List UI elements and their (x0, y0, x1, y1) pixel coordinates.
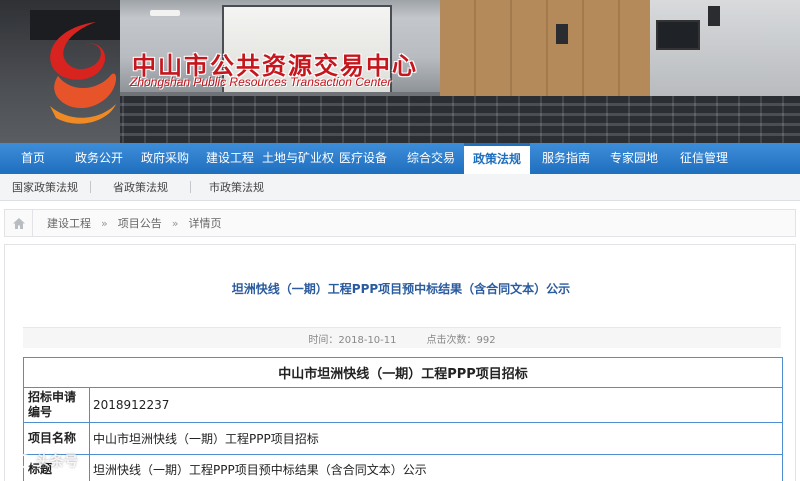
home-icon[interactable] (12, 217, 26, 230)
nav-item-home[interactable]: 首页 (0, 143, 66, 174)
click-count-label: 点击次数： (426, 334, 477, 346)
breadcrumb: 建设工程 » 项目公告 » 详情页 (4, 209, 796, 237)
article-title: 坦洲快线（一期）工程PPP项目预中标结果（含合同文本）公示 (231, 282, 571, 296)
breadcrumb-home[interactable] (5, 210, 33, 236)
article-meta: 时间：2018-10-11 点击次数：992 (23, 327, 781, 348)
nav-item-credit-management[interactable]: 征信管理 (666, 143, 742, 174)
project-info-table: 中山市坦洲快线（一期）工程PPP项目招标 招标申请编号 2018912237 项… (23, 357, 783, 481)
nav-item-medical-equipment[interactable]: 医疗设备 (328, 143, 398, 174)
publish-time-label: 时间： (308, 334, 339, 346)
click-count: 点击次数：992 (427, 331, 496, 346)
publish-time-value: 2018-10-11 (338, 334, 397, 346)
row-value-title: 坦洲快线（一期）工程PPP项目预中标结果（含合同文本）公示 (89, 454, 783, 481)
sub-nav: 国家政策法规 省政策法规 市政策法规 (0, 174, 800, 201)
banner-right-wall (650, 0, 800, 110)
row-value-project-name: 中山市坦洲快线（一期）工程PPP项目招标 (89, 422, 783, 455)
brand-title-en: Zhongshan Public Resources Transaction C… (130, 75, 392, 89)
subnav-item-provincial-policies[interactable]: 省政策法规 (91, 179, 190, 195)
ceiling-light (150, 10, 180, 16)
watermark: 头条号 (6, 451, 78, 471)
publish-time: 时间：2018-10-11 (308, 331, 396, 346)
table-heading: 中山市坦洲快线（一期）工程PPP项目招标 (23, 357, 783, 388)
watermark-text: 头条号 (36, 454, 78, 470)
breadcrumb-project-notice[interactable]: 项目公告 (108, 215, 172, 231)
header-banner: 中山市公共资源交易中心 Zhongshan Public Resources T… (0, 0, 800, 143)
breadcrumb-separator: » (101, 216, 108, 230)
breadcrumb-separator: » (171, 216, 179, 230)
nav-item-integrated-trading[interactable]: 综合交易 (398, 143, 464, 174)
watermark-logo-icon (7, 454, 31, 468)
main-nav: 首页 政务公开 政府采购 建设工程 土地与矿业权 医疗设备 综合交易 政策法规 … (0, 143, 800, 174)
table-row: 招标申请编号 2018912237 (23, 387, 783, 423)
row-label-application-number: 招标申请编号 (23, 387, 90, 423)
click-count-value: 992 (476, 334, 496, 346)
banner-wood-wall (440, 0, 650, 110)
logo-icon (50, 22, 117, 124)
row-value-application-number: 2018912237 (89, 387, 783, 423)
breadcrumb-construction[interactable]: 建设工程 (33, 215, 101, 231)
wall-tv-image (656, 20, 700, 50)
table-row: 标题 坦洲快线（一期）工程PPP项目预中标结果（含合同文本）公示 (23, 454, 783, 481)
nav-item-construction[interactable]: 建设工程 (198, 143, 262, 174)
speaker-image (556, 24, 568, 44)
nav-item-government-affairs[interactable]: 政务公开 (66, 143, 132, 174)
article-panel: 坦洲快线（一期）工程PPP项目预中标结果（含合同文本）公示 时间：2018-10… (4, 244, 796, 481)
breadcrumb-detail-page: 详情页 (188, 217, 222, 230)
nav-item-government-procurement[interactable]: 政府采购 (132, 143, 198, 174)
subnav-item-national-policies[interactable]: 国家政策法规 (0, 179, 90, 195)
table-heading-row: 中山市坦洲快线（一期）工程PPP项目招标 (23, 357, 783, 388)
table-row: 项目名称 中山市坦洲快线（一期）工程PPP项目招标 (23, 422, 783, 455)
speaker-image (708, 6, 720, 26)
subnav-item-city-policies[interactable]: 市政策法规 (191, 179, 282, 195)
nav-item-expert-zone[interactable]: 专家园地 (602, 143, 666, 174)
nav-item-land-mining[interactable]: 土地与矿业权 (262, 143, 334, 174)
auditorium-seats-image (80, 96, 800, 143)
nav-item-service-guide[interactable]: 服务指南 (530, 143, 602, 174)
nav-item-policies[interactable]: 政策法规 (464, 143, 530, 174)
row-label-project-name: 项目名称 (23, 422, 90, 455)
